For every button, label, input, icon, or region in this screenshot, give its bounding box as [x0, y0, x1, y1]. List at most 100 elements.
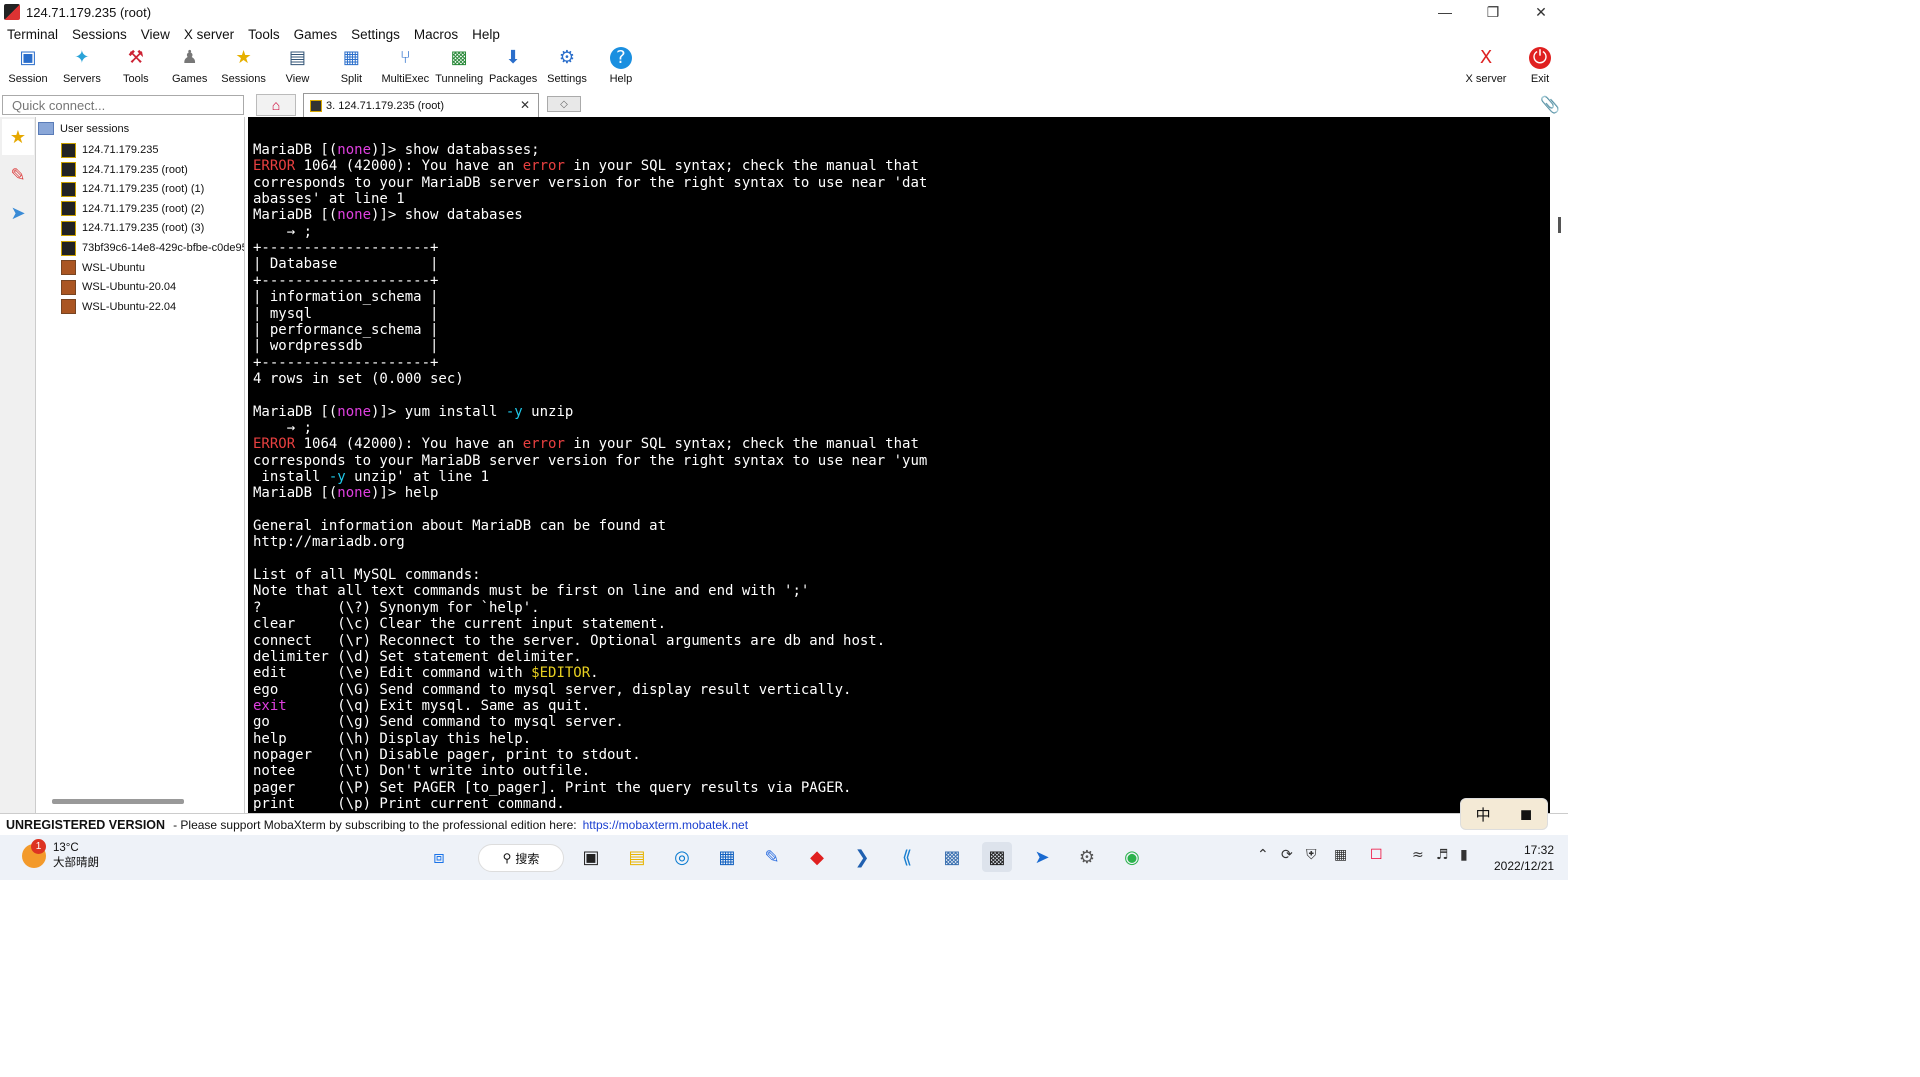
home-tab[interactable]: ⌂ [256, 94, 296, 116]
menu-x-server[interactable]: X server [177, 27, 241, 42]
new-tab-button[interactable]: ◇ [547, 96, 581, 112]
notes-app-icon[interactable]: ✎ [757, 842, 787, 872]
shield-icon[interactable]: ⛨ [1306, 847, 1317, 863]
tab-active-session[interactable]: 3. 124.71.179.235 (root) ✕ [303, 93, 539, 117]
edge-icon[interactable]: ◎ [667, 842, 697, 872]
menu-settings[interactable]: Settings [344, 27, 407, 42]
terminal-line: print (\p) Print current command. [253, 796, 565, 812]
vertical-sidebar-tabs: ★ ✎ ➤ [0, 117, 36, 813]
terminal-text: )]> yum install [371, 403, 506, 420]
exit-toolbar-button[interactable]: ⏻ Exit [1513, 44, 1567, 90]
close-icon[interactable]: ✕ [1518, 0, 1564, 24]
tools-toolbar-button[interactable]: ⚒ Tools [109, 44, 163, 90]
terminal-text: Note that all text commands must be firs… [253, 583, 810, 600]
mobatek-link[interactable]: https://mobaxterm.mobatek.net [583, 818, 748, 832]
wechat-icon[interactable]: ◉ [1117, 842, 1147, 872]
windows-start-icon[interactable]: ⧈ [424, 842, 454, 872]
terminal-text: error [522, 158, 565, 175]
restore-icon[interactable]: ❐ [1470, 0, 1516, 24]
wifi-icon[interactable]: ≈ [1412, 847, 1424, 863]
vscode-icon[interactable]: ⟪ [892, 842, 922, 872]
packages-toolbar-button[interactable]: ⬇ Packages [486, 44, 540, 90]
terminal-line: go (\g) Send command to mysql server. [253, 714, 624, 730]
mobaxterm-taskbar-icon[interactable]: ▩ [982, 842, 1012, 872]
terminal-line: MariaDB [(none)]> show databasses; [253, 142, 540, 158]
minimize-icon[interactable]: — [1422, 0, 1468, 24]
x-server-toolbar-button[interactable]: X X server [1459, 44, 1513, 90]
view-toolbar-button[interactable]: ▤ View [271, 44, 325, 90]
user-sessions-folder[interactable]: User sessions [38, 122, 129, 135]
terminal-text: )]> help [371, 485, 439, 502]
session-item[interactable]: WSL-Ubuntu [61, 259, 145, 277]
settings-toolbar-button[interactable]: ⚙ Settings [540, 44, 594, 90]
battery-icon[interactable]: ▮ [1460, 847, 1468, 863]
multiexec-toolbar-button[interactable]: ⑂ MultiExec [378, 44, 432, 90]
terminal-line: ERROR 1064 (42000): You have an error in… [253, 158, 919, 174]
tools-tab-icon[interactable]: ✎ [2, 157, 34, 193]
taskbar-search[interactable]: ⚲ 搜索 [478, 844, 564, 872]
session-item[interactable]: WSL-Ubuntu-22.04 [61, 298, 176, 316]
taskbar-clock[interactable]: 17:32 2022/12/21 [1494, 842, 1554, 874]
tunneling-toolbar-button[interactable]: ▩ Tunneling [432, 44, 486, 90]
terminal-text: abasses' at line 1 [253, 191, 405, 208]
games-toolbar-button[interactable]: ♟ Games [163, 44, 217, 90]
tray-overflow-icon[interactable]: ⌃ [1257, 847, 1269, 863]
help-toolbar-button[interactable]: ? Help [594, 44, 648, 90]
terminal-text: unzip' at line 1 [345, 469, 490, 485]
sftp-tab-icon[interactable]: ➤ [2, 195, 34, 231]
session-item[interactable]: 124.71.179.235 [61, 141, 158, 159]
volume-icon[interactable]: ♬ [1436, 847, 1449, 863]
store-icon[interactable]: ▦ [712, 842, 742, 872]
ime-tray-icon[interactable]: ▦ [1334, 847, 1347, 863]
tab-close-icon[interactable]: ✕ [520, 98, 530, 112]
sessions-horizontal-scrollbar[interactable] [52, 799, 184, 804]
session-item[interactable]: 124.71.179.235 (root) (2) [61, 200, 204, 218]
sync-icon[interactable]: ⟳ [1281, 847, 1293, 863]
diamond-app-icon[interactable]: ◆ [802, 842, 832, 872]
weather-badge: 1 [31, 839, 46, 854]
view-icon: ▤ [288, 47, 306, 68]
session-toolbar-button[interactable]: ▣ Session [1, 44, 55, 90]
sogou-icon[interactable]: ☐ [1370, 847, 1383, 863]
terminal-line: General information about MariaDB can be… [253, 518, 666, 534]
ime-skin-icon[interactable]: ◼ [1520, 805, 1532, 823]
task-view-icon[interactable]: ▣ [576, 842, 606, 872]
feishu-icon[interactable]: ➤ [1027, 842, 1057, 872]
menu-view[interactable]: View [134, 27, 177, 42]
paperclip-icon[interactable]: 📎 [1540, 95, 1560, 115]
menu-sessions[interactable]: Sessions [65, 27, 134, 42]
terminal-line: MariaDB [(none)]> yum install -y unzip [253, 404, 573, 420]
menu-macros[interactable]: Macros [407, 27, 465, 42]
session-item[interactable]: 124.71.179.235 (root) (3) [61, 219, 204, 237]
menu-games[interactable]: Games [287, 27, 345, 42]
toolbar-label: Games [171, 73, 208, 85]
session-item[interactable]: 124.71.179.235 (root) [61, 161, 188, 179]
quick-connect-input[interactable]: Quick connect... [2, 95, 244, 115]
python-idle-icon[interactable]: ▩ [937, 842, 967, 872]
split-toolbar-button[interactable]: ▦ Split [324, 44, 378, 90]
session-item[interactable]: 73bf39c6-14e8-429c-bfbe-c0de95 [61, 239, 244, 257]
ime-toolbar[interactable]: 中 ◼ [1460, 798, 1548, 830]
session-item[interactable]: WSL-Ubuntu-20.04 [61, 278, 176, 296]
ime-language[interactable]: 中 [1476, 804, 1491, 825]
weather-widget[interactable]: 1 13°C 大部晴朗 [22, 839, 99, 871]
sessions-star-tab-icon[interactable]: ★ [2, 119, 34, 155]
multiexec-icon: ⑂ [399, 47, 411, 68]
terminal-scrollbar[interactable] [1550, 117, 1568, 813]
terminal-text: . [590, 665, 599, 682]
powershell-icon[interactable]: ❯ [847, 842, 877, 872]
session-icon: ▣ [19, 47, 37, 68]
servers-toolbar-button[interactable]: ✦ Servers [55, 44, 109, 90]
terminal-text: corresponds to your MariaDB server versi… [253, 174, 928, 191]
terminal-text: delimiter (\d) Set statement delimiter. [253, 648, 582, 665]
menu-terminal[interactable]: Terminal [0, 27, 65, 42]
menu-tools[interactable]: Tools [241, 27, 287, 42]
session-item[interactable]: 124.71.179.235 (root) (1) [61, 180, 204, 198]
file-explorer-icon[interactable]: ▤ [622, 842, 652, 872]
terminal-output[interactable]: MariaDB [(none)]> show databasses; ERROR … [248, 117, 1550, 813]
sessions-toolbar-button[interactable]: ★ Sessions [217, 44, 271, 90]
settings-gear-icon[interactable]: ⚙ [1072, 842, 1102, 872]
terminal-text: none [337, 207, 372, 224]
scrollbar-thumb[interactable] [1558, 217, 1561, 233]
menu-help[interactable]: Help [465, 27, 507, 42]
